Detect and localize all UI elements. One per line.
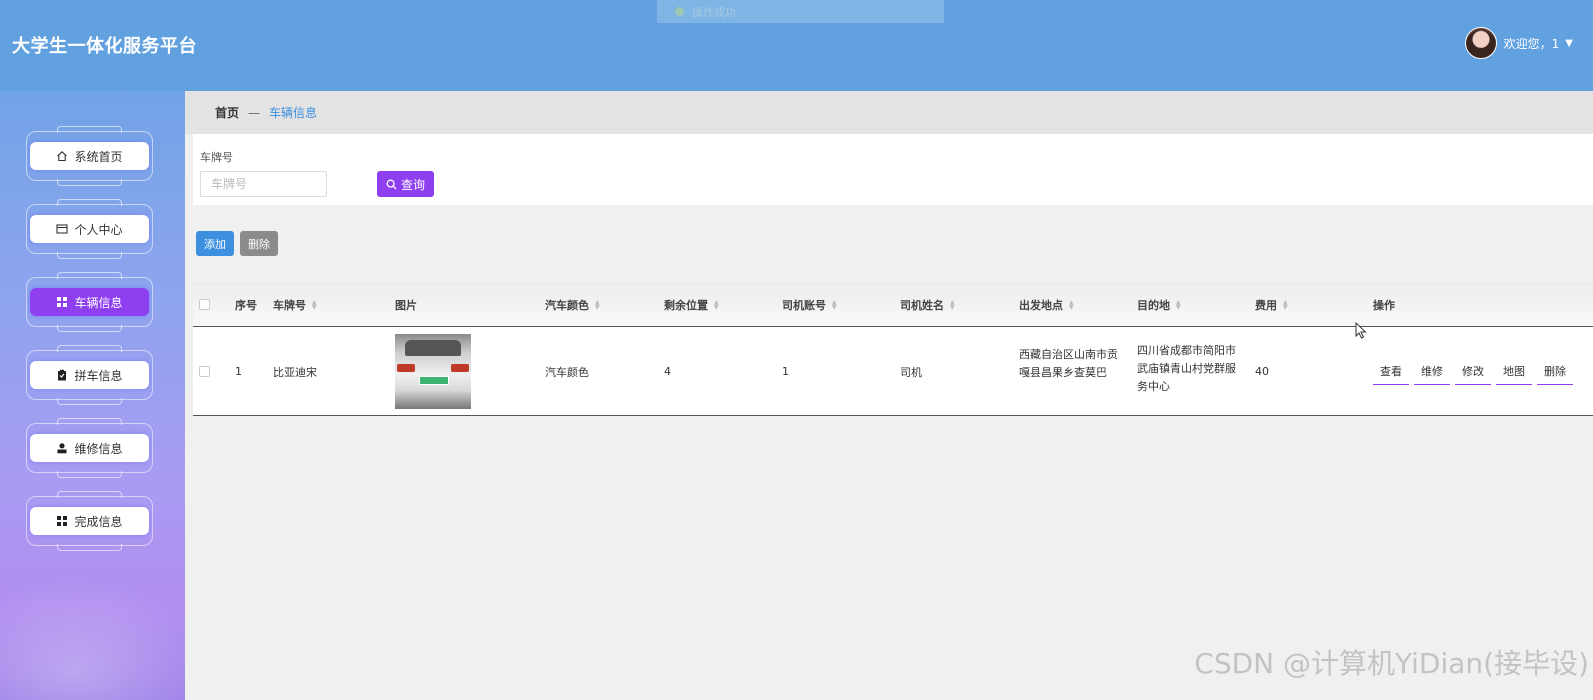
- search-panel: 车牌号 查询: [193, 134, 1593, 205]
- column-header-destination[interactable]: 目的地 ▲ ▼: [1137, 282, 1181, 327]
- sort-icon: ▲ ▼: [595, 298, 600, 311]
- plate-search-input[interactable]: [200, 171, 327, 197]
- map-button[interactable]: 地图: [1496, 363, 1532, 385]
- clipboard-icon: [56, 369, 68, 381]
- table-header: 序号 车牌号 ▲ ▼ 图片 汽车颜色 ▲ ▼ 剩余位置 ▲ ▼ 司机账号 ▲ ▼ 司机姓名 ▲ ▼ …: [193, 282, 1593, 327]
- sidebar-item-completed-info[interactable]: 完成信息: [26, 491, 153, 551]
- sidebar-item-repair-info[interactable]: 维修信息: [26, 418, 153, 478]
- column-header-actions: 操作: [1373, 298, 1395, 312]
- breadcrumb-home[interactable]: 首页: [215, 104, 239, 121]
- search-label: 车牌号: [200, 151, 233, 164]
- cell-driver-name: 司机: [900, 365, 922, 379]
- column-header-driver-account[interactable]: 司机账号 ▲ ▼: [782, 282, 837, 327]
- success-toast: 操作成功: [657, 0, 944, 23]
- sidebar-item-home[interactable]: 系统首页: [26, 126, 153, 186]
- check-circle-icon: [675, 7, 684, 16]
- sidebar-item-carpool-info[interactable]: 拼车信息: [26, 345, 153, 405]
- vehicle-table: 序号 车牌号 ▲ ▼ 图片 汽车颜色 ▲ ▼ 剩余位置 ▲ ▼ 司机账号 ▲ ▼ 司机姓名 ▲ ▼ …: [193, 282, 1593, 416]
- sort-icon: ▲ ▼: [312, 298, 317, 311]
- cell-destination: 四川省成都市简阳市武庙镇青山村党群服务中心: [1137, 343, 1236, 393]
- column-header-fee[interactable]: 费用 ▲ ▼: [1255, 282, 1288, 327]
- cell-index: 1: [235, 365, 242, 378]
- sort-icon: ▲ ▼: [1283, 298, 1288, 311]
- sort-icon: ▲ ▼: [950, 298, 955, 311]
- app-title: 大学生一体化服务平台: [12, 36, 197, 57]
- cell-image[interactable]: [395, 327, 471, 416]
- delete-button[interactable]: 删除: [240, 231, 278, 256]
- user-menu[interactable]: 欢迎您，1 ▼: [1464, 27, 1573, 59]
- sidebar-item-label: 个人中心: [74, 222, 123, 237]
- sort-icon: ▲ ▼: [1176, 298, 1181, 311]
- caret-down-icon[interactable]: ▼: [1565, 38, 1573, 49]
- welcome-text: 欢迎您，1: [1503, 36, 1560, 51]
- breadcrumb: 首页 — 车辆信息: [185, 91, 1593, 134]
- sidebar-item-label: 系统首页: [74, 149, 123, 164]
- grid-icon: [56, 515, 68, 527]
- repair-button[interactable]: 维修: [1414, 363, 1450, 385]
- cell-plate: 比亚迪宋: [273, 365, 317, 379]
- sidebar: 系统首页 个人中心 车辆信息 拼车信息 维修信息 完成信息: [0, 91, 185, 700]
- view-button[interactable]: 查看: [1373, 363, 1409, 385]
- add-button[interactable]: 添加: [196, 231, 234, 256]
- mouse-cursor-icon: [1355, 321, 1367, 342]
- sort-icon: ▲ ▼: [832, 298, 837, 311]
- edit-button[interactable]: 修改: [1455, 363, 1491, 385]
- cell-color: 汽车颜色: [545, 365, 589, 379]
- column-header-index: 序号: [235, 298, 257, 312]
- row-delete-button[interactable]: 删除: [1537, 363, 1573, 385]
- toast-message: 操作成功: [692, 5, 736, 19]
- select-all-checkbox[interactable]: [199, 282, 210, 327]
- sort-icon: ▲ ▼: [1069, 298, 1074, 311]
- sort-icon: ▲ ▼: [714, 298, 719, 311]
- search-button[interactable]: 查询: [377, 171, 434, 197]
- search-button-label: 查询: [400, 177, 425, 192]
- car-photo[interactable]: [395, 334, 471, 409]
- sidebar-item-vehicle-info[interactable]: 车辆信息: [26, 272, 153, 332]
- sidebar-item-label: 完成信息: [74, 514, 123, 529]
- row-checkbox[interactable]: [199, 327, 210, 416]
- id-card-icon: [56, 223, 69, 235]
- column-header-image: 图片: [395, 298, 417, 312]
- avatar[interactable]: [1464, 27, 1497, 59]
- cell-fee: 40: [1255, 365, 1269, 378]
- breadcrumb-current: 车辆信息: [269, 106, 318, 120]
- column-header-plate[interactable]: 车牌号 ▲ ▼: [273, 282, 317, 327]
- sidebar-item-label: 车辆信息: [74, 295, 123, 310]
- grid-icon: [56, 296, 68, 308]
- cell-seats: 4: [664, 365, 671, 378]
- sidebar-item-label: 拼车信息: [74, 368, 123, 383]
- cell-actions: 查看 维修 修改 地图 删除: [1373, 327, 1578, 416]
- column-header-driver-name[interactable]: 司机姓名 ▲ ▼: [900, 282, 955, 327]
- user-icon: [56, 442, 68, 454]
- sidebar-item-personal-center[interactable]: 个人中心: [26, 199, 153, 259]
- search-icon: [386, 179, 397, 190]
- table-row: 1 比亚迪宋 汽车颜色 4 1 司机 西藏自治区山南市贡嘎县昌果乡查莫巴 四川省…: [193, 327, 1593, 416]
- home-icon: [56, 150, 68, 162]
- column-header-seats[interactable]: 剩余位置 ▲ ▼: [664, 282, 719, 327]
- sidebar-item-label: 维修信息: [74, 441, 123, 456]
- watermark: CSDN @计算机YiDian(接毕设): [1194, 647, 1589, 680]
- breadcrumb-separator: —: [248, 105, 261, 120]
- cell-driver-account: 1: [782, 365, 789, 378]
- column-header-color[interactable]: 汽车颜色 ▲ ▼: [545, 282, 600, 327]
- cell-origin: 西藏自治区山南市贡嘎县昌果乡查莫巴: [1019, 347, 1118, 379]
